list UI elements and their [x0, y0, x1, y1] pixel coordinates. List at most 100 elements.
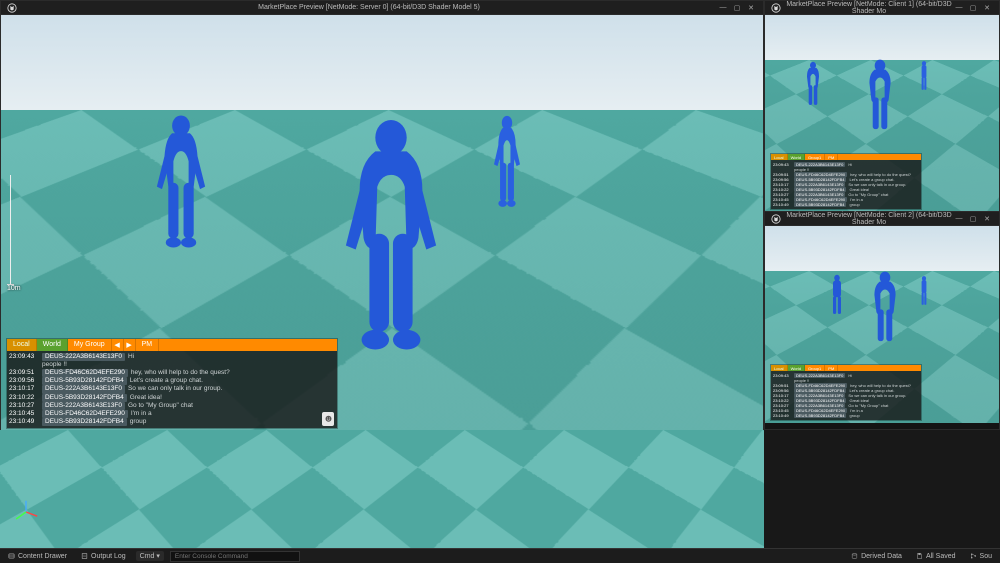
chat-timestamp: 23:10:45 — [9, 410, 39, 418]
chat-row: 23:10:49DEUS-5B93D28142FDFB4group — [773, 202, 921, 207]
mannequin — [800, 61, 826, 117]
chat-row: people !! — [9, 361, 337, 369]
chat-tab-pm[interactable]: PM — [825, 365, 838, 371]
chat-user-tag[interactable]: DEUS-222A3B6143E13F0 — [42, 402, 125, 410]
maximize-button[interactable]: ▢ — [967, 214, 979, 224]
chat-message-list[interactable]: 23:09:43DEUS-222A3B6143E13F0Hipeople !!2… — [7, 351, 337, 428]
minimize-button[interactable]: — — [953, 3, 965, 13]
titlebar-server: MarketPlace Preview [NetMode: Server 0] … — [1, 1, 763, 15]
chat-message-text: Hi — [848, 373, 852, 378]
empty-panel-right — [764, 430, 1000, 548]
all-saved-button[interactable]: All Saved — [912, 550, 960, 562]
status-bar: Content Drawer Output Log Cmd ▾ Derived … — [0, 548, 1000, 563]
titlebar-client1: MarketPlace Preview [NetMode: Client 1] … — [765, 1, 999, 15]
chat-tab-pm[interactable]: PM — [136, 339, 160, 351]
floor — [0, 430, 764, 548]
titlebar-client2: MarketPlace Preview [NetMode: Client 2] … — [765, 212, 999, 226]
ue-logo-icon — [771, 3, 781, 13]
chat-user-tag[interactable]: DEUS-222A3B6143E13F0 — [42, 385, 125, 393]
chat-row: 23:09:56DEUS-5B93D28142FDFB4Let's create… — [9, 377, 337, 385]
chat-timestamp: 23:10:49 — [9, 418, 39, 426]
window-title-server: MarketPlace Preview [NetMode: Server 0] … — [21, 4, 717, 11]
chat-user-tag[interactable]: DEUS-5B93D28142FDFB4 — [794, 413, 846, 418]
chat-timestamp: 23:10:49 — [773, 413, 791, 418]
close-button[interactable]: ✕ — [981, 3, 993, 13]
chat-message-text: Let's create a group chat. — [130, 377, 203, 385]
panel-client2: MarketPlace Preview [NetMode: Client 2] … — [764, 211, 1000, 430]
chat-user-tag[interactable]: DEUS-5B93D28142FDFB4 — [42, 394, 127, 402]
chat-panel: Local World My Group ◀ ▶ PM 23:09:43DEUS… — [7, 339, 337, 428]
chat-user-tag[interactable]: DEUS-FD46C62D4EFE290 — [42, 410, 128, 418]
chat-user-tag[interactable]: DEUS-5B93D28142FDFB4 — [42, 377, 127, 385]
chat-tab-pm[interactable]: PM — [825, 154, 838, 160]
chat-panel-mini: Local World Group1 PM 23:09:43DEUS-222A3… — [771, 365, 921, 420]
chat-tab-world[interactable]: World — [788, 154, 805, 160]
viewport-client1[interactable]: Local World Group1 PM 23:09:43DEUS-222A3… — [765, 15, 999, 212]
derived-data-button[interactable]: Derived Data — [847, 550, 906, 562]
window-title-client1: MarketPlace Preview [NetMode: Client 1] … — [785, 1, 953, 15]
viewport-client2[interactable]: Local World Group1 PM 23:09:43DEUS-222A3… — [765, 226, 999, 423]
chat-message-list[interactable]: 23:09:43DEUS-222A3B6143E13F0Hipeople !!2… — [771, 160, 921, 209]
chat-message-list[interactable]: 23:09:43DEUS-222A3B6143E13F0Hipeople !!2… — [771, 371, 921, 420]
sky — [1, 15, 763, 110]
mannequin — [865, 271, 905, 357]
chat-panel-mini: Local World Group1 PM 23:09:43DEUS-222A3… — [771, 154, 921, 209]
viewport-server[interactable]: 10m Local World My Group ◀ ▶ PM 23:09:43… — [1, 15, 763, 431]
window-title-client2: MarketPlace Preview [NetMode: Client 2] … — [785, 212, 953, 226]
panel-server: MarketPlace Preview [NetMode: Server 0] … — [0, 0, 764, 430]
scale-indicator: 10m — [7, 175, 21, 292]
maximize-button[interactable]: ▢ — [967, 3, 979, 13]
chat-message-text: Hi — [848, 162, 852, 167]
chat-row: 23:10:49DEUS-5B93D28142FDFB4group — [773, 413, 921, 418]
mannequin — [860, 59, 900, 145]
chat-tab-world[interactable]: World — [37, 339, 68, 351]
chat-tab-group[interactable]: Group1 — [805, 154, 825, 160]
chat-tab-group[interactable]: My Group — [68, 339, 112, 351]
source-control-button[interactable]: Sou — [966, 550, 996, 562]
close-button[interactable]: ✕ — [745, 3, 757, 13]
sky — [765, 15, 999, 60]
chat-tab-local[interactable]: Local — [771, 365, 788, 371]
chat-tab-group[interactable]: Group1 — [805, 365, 825, 371]
chat-timestamp: 23:10:27 — [9, 402, 39, 410]
chat-user-tag[interactable]: DEUS-222A3B6143E13F0 — [42, 353, 125, 361]
chat-message-text: group — [849, 202, 859, 207]
mannequin-center — [331, 120, 451, 375]
output-log-button[interactable]: Output Log — [77, 550, 130, 562]
chat-tab-prev[interactable]: ◀ — [112, 339, 124, 351]
maximize-button[interactable]: ▢ — [731, 3, 743, 13]
editor-viewport-strip[interactable] — [0, 430, 764, 548]
console-command-input[interactable] — [170, 551, 300, 562]
minimize-button[interactable]: — — [953, 214, 965, 224]
chat-user-tag[interactable]: DEUS-5B93D28142FDFB4 — [794, 202, 846, 207]
chat-row: 23:09:51DEUS-FD46C62D4EFE290hey, who wil… — [9, 369, 337, 377]
chat-row: 23:10:49DEUS-5B93D28142FDFB4group — [9, 418, 337, 426]
chat-user-tag[interactable]: DEUS-5B93D28142FDFB4 — [42, 418, 127, 426]
chat-row: 23:10:22DEUS-5B93D28142FDFB4Great idea! — [9, 394, 337, 402]
chat-tab-local[interactable]: Local — [771, 154, 788, 160]
mannequin — [825, 274, 849, 326]
chat-emoji-icon[interactable] — [322, 412, 334, 426]
cmd-label[interactable]: Cmd ▾ — [136, 551, 164, 561]
close-button[interactable]: ✕ — [981, 214, 993, 224]
chat-message-text: Go to "My Group" chat — [128, 402, 193, 410]
chat-tab-local[interactable]: Local — [7, 339, 37, 351]
chat-tabs: Local World My Group ◀ ▶ PM — [7, 339, 337, 351]
content-drawer-button[interactable]: Content Drawer — [4, 550, 71, 562]
chat-row: 23:10:45DEUS-FD46C62D4EFE290I'm in a — [9, 410, 337, 418]
mannequin-right — [481, 113, 533, 228]
log-icon — [81, 553, 88, 560]
mannequin — [915, 60, 933, 100]
chat-timestamp: 23:10:49 — [773, 202, 791, 207]
chat-timestamp: 23:09:43 — [9, 353, 39, 361]
chat-tab-world[interactable]: World — [788, 365, 805, 371]
chat-timestamp: 23:10:17 — [9, 385, 39, 393]
sky — [765, 226, 999, 271]
chat-user-tag[interactable]: DEUS-FD46C62D4EFE290 — [42, 369, 128, 377]
chat-message-text: Great idea! — [130, 394, 162, 402]
chat-tab-next[interactable]: ▶ — [124, 339, 136, 351]
chat-timestamp: 23:09:43 — [773, 162, 791, 167]
minimize-button[interactable]: — — [717, 3, 729, 13]
chat-timestamp: 23:09:43 — [773, 373, 791, 378]
chat-message-text: people !! — [42, 361, 67, 369]
